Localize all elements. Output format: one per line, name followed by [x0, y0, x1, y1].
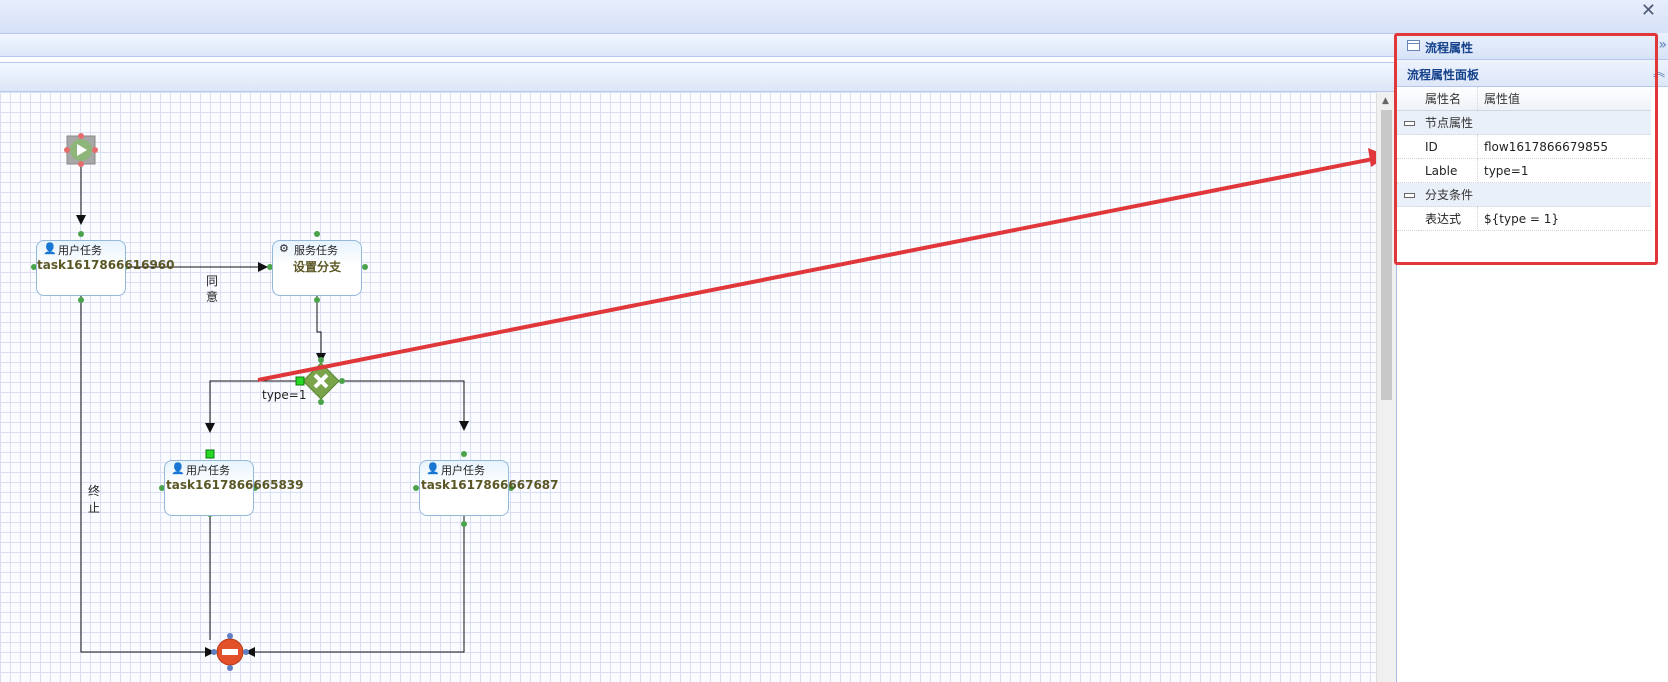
flow-label[interactable]: type=1	[262, 388, 307, 402]
property-row[interactable]: 表达式 ${type = 1}	[1397, 206, 1651, 231]
flow-gateway-task3	[340, 380, 469, 431]
service-task[interactable]: ⚙ 服务任务 设置分支	[272, 240, 362, 296]
panel-icon	[1407, 40, 1420, 51]
property-value[interactable]: flow1617866679855	[1477, 134, 1651, 159]
top-title-bar: ✕	[0, 0, 1668, 34]
collapse-group-icon[interactable]	[1403, 192, 1415, 198]
property-grid: 属性名 属性值 节点属性 ID flow1617866679855 Lable …	[1397, 87, 1651, 231]
property-value[interactable]: ${type = 1}	[1477, 206, 1651, 231]
collapse-group-icon[interactable]	[1403, 120, 1415, 126]
user-icon: 👤	[426, 462, 440, 475]
flow-diagram	[31, 133, 1376, 671]
property-name: 表达式	[1421, 206, 1478, 231]
flow-task3-end	[245, 492, 465, 657]
start-event[interactable]	[64, 133, 98, 167]
collapse-icon[interactable]: »	[1658, 37, 1667, 53]
process-canvas[interactable]: 👤 用户任务 task1617866616960 ⚙ 服务任务 设置分支 👤 用…	[0, 92, 1376, 682]
task-name: task1617866667687	[421, 478, 559, 492]
canvas-scrollbar[interactable]: ▲	[1376, 92, 1397, 682]
grid-header: 属性名 属性值	[1397, 87, 1651, 111]
group-title: 节点属性	[1421, 110, 1651, 135]
user-icon: 👤	[171, 462, 185, 475]
property-name: Lable	[1421, 158, 1478, 183]
flow-label: 止	[88, 501, 101, 515]
task-type-label: 服务任务	[294, 244, 338, 257]
flow-label: 意	[206, 290, 219, 304]
user-icon: 👤	[43, 242, 57, 255]
property-row[interactable]: ID flow1617866679855	[1397, 134, 1651, 159]
panel-header: 流程属性 »	[1397, 33, 1668, 60]
user-task-2[interactable]: 👤 用户任务 task1617866665839	[164, 460, 304, 516]
group-row[interactable]: 节点属性	[1397, 110, 1651, 135]
panel-title: 流程属性	[1425, 41, 1474, 55]
task-name: task1617866616960	[37, 258, 175, 272]
group-row[interactable]: 分支条件	[1397, 182, 1651, 207]
task-type-label: 用户任务	[58, 244, 102, 257]
property-value[interactable]: type=1	[1477, 158, 1651, 183]
close-icon[interactable]: ✕	[1641, 2, 1656, 20]
property-row[interactable]: Lable type=1	[1397, 158, 1651, 183]
column-header-name: 属性名	[1421, 87, 1478, 111]
chevron-up-icon[interactable]: ︽	[1653, 63, 1665, 80]
group-title: 分支条件	[1421, 182, 1651, 207]
task-name: 设置分支	[293, 260, 342, 274]
toolbar-strip	[0, 34, 1396, 57]
user-task-3[interactable]: 👤 用户任务 task1617866667687	[419, 460, 559, 516]
property-name: ID	[1421, 134, 1478, 159]
panel-subheader: 流程属性面板 ︽	[1397, 60, 1668, 87]
user-task-1[interactable]: 👤 用户任务 task1617866616960	[36, 240, 175, 296]
flow-label: 同	[206, 274, 219, 288]
panel-subtitle: 流程属性面板	[1407, 68, 1480, 82]
task-type-label: 用户任务	[441, 464, 485, 477]
scroll-thumb[interactable]	[1381, 110, 1392, 400]
end-event[interactable]	[211, 633, 249, 671]
canvas-toolbar	[0, 62, 1396, 92]
task-type-label: 用户任务	[186, 464, 230, 477]
task-name: task1617866665839	[166, 478, 304, 492]
scroll-up-icon[interactable]: ▲	[1382, 96, 1389, 106]
flow-label: 终	[88, 484, 101, 498]
gear-icon: ⚙	[279, 242, 289, 255]
column-header-value: 属性值	[1477, 87, 1651, 111]
properties-panel: 流程属性 » 流程属性面板 ︽ 属性名 属性值 节点属性 ID flow1617…	[1396, 33, 1668, 682]
